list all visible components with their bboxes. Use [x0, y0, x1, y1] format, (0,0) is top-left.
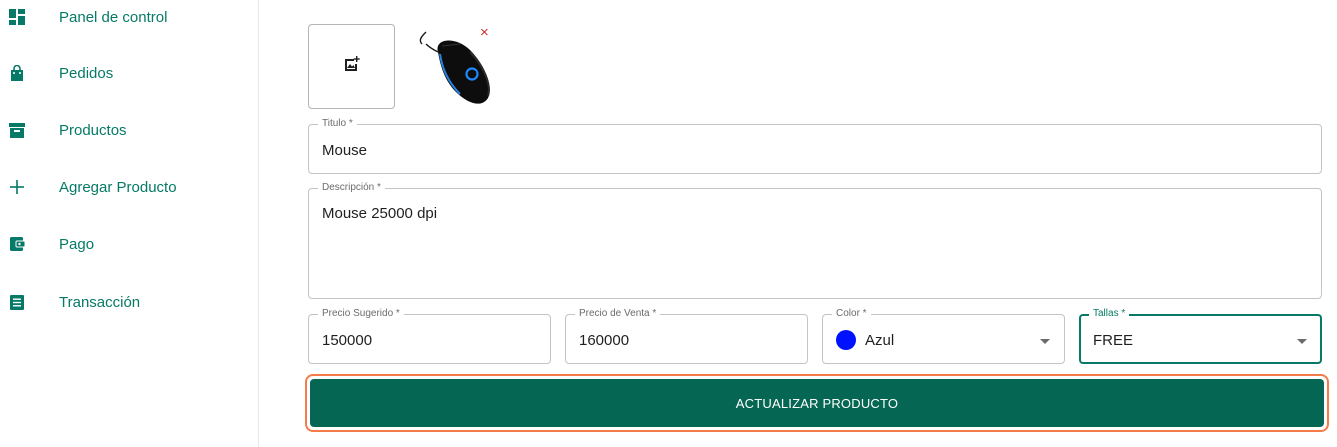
sale-price-input[interactable]: 160000	[579, 332, 629, 349]
sidebar-item-pago[interactable]: Pago	[0, 224, 258, 264]
description-textarea[interactable]: Mouse 25000 dpi	[322, 205, 437, 222]
color-value: Azul	[865, 332, 895, 349]
color-select[interactable]: Color * Azul	[822, 308, 1065, 364]
sidebar-item-label: Productos	[59, 121, 127, 139]
sidebar-item-label: Panel de control	[59, 8, 168, 26]
sidebar-item-label: Agregar Producto	[59, 178, 177, 196]
suggested-price-field[interactable]: Precio Sugerido * 150000	[308, 308, 551, 364]
sidebar: Panel de control Pedidos Productos Agreg…	[0, 0, 259, 447]
sizes-value: FREE	[1093, 332, 1134, 349]
product-form: × Titulo * Mouse Descripción * Mouse 250…	[260, 0, 1337, 447]
dashboard-icon	[8, 8, 26, 26]
shopping-bag-icon	[8, 64, 26, 82]
update-product-button[interactable]: ACTUALIZAR PRODUCTO	[310, 379, 1324, 427]
suggested-price-label: Precio Sugerido *	[318, 308, 404, 320]
receipt-list-icon	[8, 293, 26, 311]
sidebar-item-pedidos[interactable]: Pedidos	[0, 53, 258, 93]
suggested-price-input[interactable]: 150000	[322, 332, 372, 349]
sale-price-field[interactable]: Precio de Venta * 160000	[565, 308, 808, 364]
sizes-select[interactable]: Tallas * FREE	[1079, 308, 1322, 364]
sizes-label: Tallas *	[1089, 308, 1130, 320]
archive-box-icon	[8, 121, 26, 139]
sidebar-item-panel-de-control[interactable]: Panel de control	[0, 0, 258, 37]
remove-image-button[interactable]: ×	[480, 25, 489, 40]
wallet-icon	[8, 235, 26, 253]
chevron-down-icon	[1297, 339, 1307, 344]
title-field[interactable]: Titulo * Mouse	[308, 118, 1322, 174]
sidebar-item-agregar-producto[interactable]: Agregar Producto	[0, 167, 258, 207]
sidebar-item-productos[interactable]: Productos	[0, 110, 258, 150]
sidebar-item-label: Pedidos	[59, 64, 114, 82]
sidebar-item-label: Pago	[59, 235, 95, 253]
color-swatch	[836, 330, 856, 350]
title-input[interactable]: Mouse	[322, 142, 367, 159]
add-image-button[interactable]	[308, 24, 395, 109]
description-field[interactable]: Descripción * Mouse 25000 dpi	[308, 182, 1322, 299]
description-label: Descripción *	[318, 182, 385, 194]
plus-icon	[8, 178, 26, 196]
add-photo-icon	[344, 56, 360, 77]
sidebar-item-label: Transacción	[59, 293, 141, 311]
color-label: Color *	[832, 308, 871, 320]
submit-focus-ring: ACTUALIZAR PRODUCTO	[305, 374, 1329, 432]
chevron-down-icon	[1040, 339, 1050, 344]
sale-price-label: Precio de Venta *	[575, 308, 661, 320]
title-label: Titulo *	[318, 118, 357, 130]
sidebar-item-transaccion[interactable]: Transacción	[0, 282, 258, 322]
